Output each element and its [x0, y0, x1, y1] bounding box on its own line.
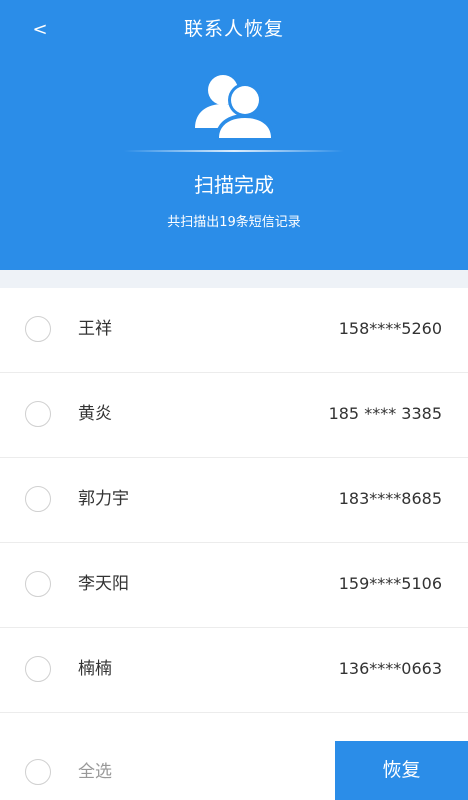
contact-phone: 136****0663	[338, 659, 442, 678]
select-all-checkbox[interactable]	[25, 759, 51, 785]
footer-bar: 全选 恢复	[0, 741, 468, 800]
contact-name: 黄炎	[78, 404, 112, 424]
checkbox-circle-icon[interactable]	[25, 486, 51, 512]
checkbox-circle-icon[interactable]	[25, 571, 51, 597]
section-gap	[0, 270, 468, 288]
header-divider	[124, 150, 344, 152]
contact-name: 王祥	[78, 319, 112, 339]
contact-phone: 183****8685	[338, 489, 442, 508]
contact-name: 楠楠	[78, 659, 112, 679]
contact-row[interactable]: 王祥 158****5260	[0, 288, 468, 373]
checkbox-circle-icon[interactable]	[25, 316, 51, 342]
contacts-icon	[195, 75, 275, 140]
select-all-label[interactable]: 全选	[78, 759, 112, 785]
contact-name: 李天阳	[78, 574, 129, 594]
contact-row[interactable]: 郭力宇 183****8685	[0, 458, 468, 543]
contact-phone: 185 **** 3385	[328, 404, 442, 423]
restore-button[interactable]: 恢复	[335, 741, 468, 800]
scan-status: 扫描完成	[194, 173, 274, 197]
page-title: 联系人恢复	[183, 18, 284, 40]
contact-row[interactable]: 黄炎 185 **** 3385	[0, 373, 468, 458]
contact-phone: 159****5106	[338, 574, 442, 593]
checkbox-circle-icon[interactable]	[25, 656, 51, 682]
contact-phone: 158****5260	[338, 319, 442, 338]
contact-list: 王祥 158****5260 黄炎 185 **** 3385 郭力宇 183*…	[0, 288, 468, 713]
checkbox-circle-icon[interactable]	[25, 401, 51, 427]
contact-row[interactable]: 楠楠 136****0663	[0, 628, 468, 713]
scan-summary: 共扫描出19条短信记录	[167, 215, 301, 230]
contact-name: 郭力宇	[78, 489, 129, 509]
header: < 联系人恢复 扫描完成 共扫描出19条短信记录	[0, 0, 468, 270]
contact-row[interactable]: 李天阳 159****5106	[0, 543, 468, 628]
